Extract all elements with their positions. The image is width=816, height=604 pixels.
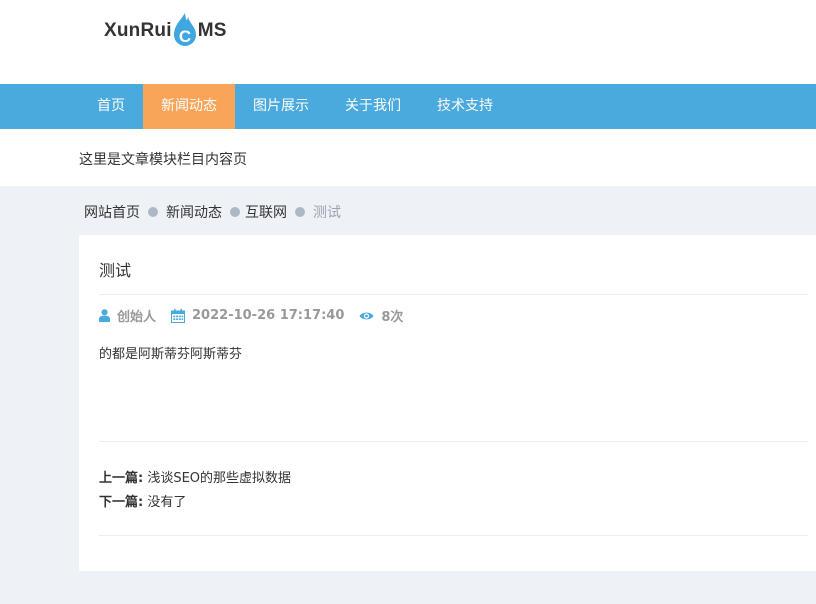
nav-item-home[interactable]: 首页 [79,84,143,129]
logo-text-left: XunRui [104,20,172,41]
page-subtitle: 这里是文章模块栏目内容页 [79,152,247,168]
article-title: 测试 [99,261,132,280]
site-header: XunRui C MS [0,0,816,84]
breadcrumb-news[interactable]: 新闻动态 [166,202,222,222]
calendar-icon [171,308,186,323]
next-article-row: 下一篇: 没有了 [99,491,291,515]
breadcrumb-current: 测试 [313,205,341,221]
article-author: 创始人 [117,310,157,325]
breadcrumb-home[interactable]: 网站首页 [84,202,140,222]
logo-flame-icon: C [172,12,198,48]
next-article-text: 没有了 [147,495,187,510]
logo-text-right: MS [197,20,227,41]
article-meta: 创始人 2022-10-26 17:17:40 8次 [99,306,418,325]
site-logo[interactable]: XunRui C MS [104,4,227,54]
nav-item-images[interactable]: 图片展示 [235,84,327,129]
svg-text:C: C [179,27,191,46]
article-pagination: 上一篇: 浅谈SEO的那些虚拟数据 下一篇: 没有了 [99,467,291,515]
breadcrumb-separator-icon [295,207,305,217]
breadcrumb-internet[interactable]: 互联网 [245,202,287,222]
breadcrumb-separator-icon [148,207,158,217]
nav-item-about[interactable]: 关于我们 [327,84,419,129]
breadcrumb-separator-icon [230,207,240,217]
eye-icon [359,311,374,321]
nav-item-news[interactable]: 新闻动态 [143,84,235,129]
prev-article-row: 上一篇: 浅谈SEO的那些虚拟数据 [99,467,291,491]
article-panel: 测试 创始人 2022-10-26 17:17:40 8次 的都是阿斯蒂芬阿斯蒂… [79,235,816,571]
article-body: 的都是阿斯蒂芬阿斯蒂芬 [99,347,243,362]
prev-article-label: 上一篇: [99,471,144,486]
prev-article-link[interactable]: 浅谈SEO的那些虚拟数据 [147,471,291,486]
nav-item-support[interactable]: 技术支持 [419,84,511,129]
divider [99,535,808,536]
breadcrumb: 网站首页 新闻动态 互联网 测试 [84,202,341,222]
article-datetime: 2022-10-26 17:17:40 [192,308,345,323]
user-icon [99,309,110,322]
next-article-label: 下一篇: [99,495,144,510]
subtitle-bar: 这里是文章模块栏目内容页 [0,129,816,186]
divider [99,441,808,442]
main-nav: 首页 新闻动态 图片展示 关于我们 技术支持 [0,84,816,129]
divider [99,294,808,295]
article-views: 8次 [381,310,404,325]
